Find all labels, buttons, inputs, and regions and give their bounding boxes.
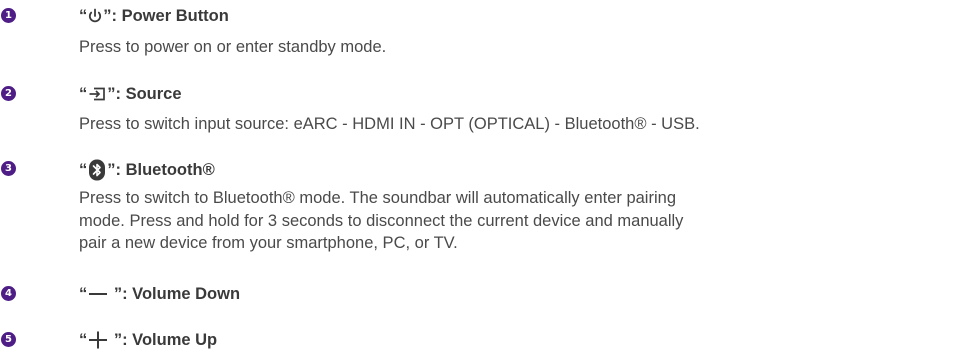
description-line: Press to switch input source: eARC - HDM…: [79, 115, 700, 133]
item-name: Power Button: [121, 7, 229, 25]
item-number-badge: 5: [1, 332, 16, 347]
item-number-badge: 2: [1, 86, 16, 101]
open-quote: “: [79, 7, 88, 25]
item-description: Press to switch to Bluetooth® mode. The …: [79, 187, 964, 255]
power-icon: [88, 8, 102, 24]
description-line: Press to power on or enter standby mode.: [79, 38, 387, 56]
close-quote: ”:: [107, 85, 126, 103]
item-title: “ ”: Volume Up: [79, 330, 217, 350]
open-quote: “: [79, 161, 88, 179]
item-title: “ ”: Bluetooth®: [79, 159, 215, 181]
open-quote: “: [79, 85, 88, 103]
close-quote: ”:: [109, 285, 133, 303]
item-title: “ ”: Power Button: [79, 6, 229, 26]
plus-icon: [88, 331, 108, 349]
item-description: Press to switch input source: eARC - HDM…: [79, 113, 964, 136]
item-number-badge: 1: [1, 8, 16, 23]
source-input-icon: [88, 87, 106, 101]
open-quote: “: [79, 331, 88, 349]
description-line: pair a new device from your smartphone, …: [79, 234, 458, 252]
item-name: Volume Up: [132, 331, 218, 349]
close-quote: ”:: [109, 331, 133, 349]
item-name: Volume Down: [132, 285, 241, 303]
item-name: Bluetooth®: [125, 161, 215, 179]
close-quote: ”:: [103, 7, 122, 25]
description-line: mode. Press and hold for 3 seconds to di…: [79, 211, 684, 230]
description-line: Press to switch to Bluetooth® mode. The …: [79, 189, 676, 207]
item-number-badge: 4: [1, 286, 16, 301]
item-name: Source: [125, 85, 182, 103]
close-quote: ”:: [107, 161, 126, 179]
item-title: “ ”: Volume Down: [79, 284, 240, 304]
item-title: “ ”: Source: [79, 84, 182, 104]
bluetooth-icon: [88, 159, 106, 181]
minus-icon: [88, 287, 108, 301]
open-quote: “: [79, 285, 88, 303]
item-number-badge: 3: [1, 161, 16, 176]
item-description: Press to power on or enter standby mode.: [79, 36, 964, 59]
